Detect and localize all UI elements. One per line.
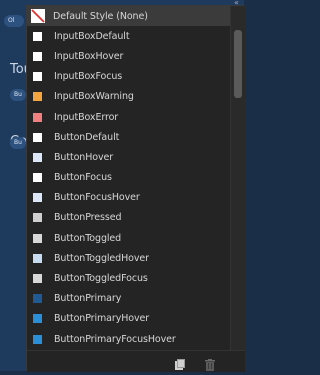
style-list-item[interactable]: Default Style (None) xyxy=(27,6,230,27)
color-swatch xyxy=(33,72,42,82)
style-list-item[interactable]: ButtonToggledFocus xyxy=(27,268,230,288)
style-list-item[interactable]: ButtonPrimary xyxy=(27,289,230,309)
style-list-item-label: ButtonFocus xyxy=(54,172,112,184)
style-list-item[interactable]: ButtonPrimaryFocusHover xyxy=(27,329,230,349)
style-list-item-label: ButtonPrimaryFocusHover xyxy=(54,333,176,345)
scrollbar-thumb[interactable] xyxy=(234,30,242,98)
style-list-item[interactable]: ButtonToggled xyxy=(27,228,230,248)
style-list-item-label: Default Style (None) xyxy=(53,10,148,22)
style-list-item-label: ButtonToggledFocus xyxy=(54,273,148,285)
style-list-item-label: InputBoxFocus xyxy=(54,71,123,83)
color-swatch xyxy=(33,173,42,183)
color-swatch xyxy=(33,233,42,243)
color-swatch xyxy=(33,132,42,142)
style-list-item-label: InputBoxDefault xyxy=(54,30,130,42)
trash-icon[interactable] xyxy=(204,356,216,371)
style-list-item-label: InputBoxError xyxy=(54,111,119,123)
style-list-item[interactable]: InputBoxWarning xyxy=(27,87,230,107)
style-list-item[interactable]: InputBoxHover xyxy=(27,46,230,66)
background-button[interactable]: Bu xyxy=(10,89,26,101)
style-list-item[interactable]: InputBoxError xyxy=(27,107,230,127)
new-style-icon[interactable] xyxy=(174,356,186,370)
style-list-item-label: ButtonFocusHover xyxy=(54,192,140,204)
color-swatch xyxy=(33,274,42,284)
color-swatch xyxy=(33,253,42,263)
style-list-item[interactable]: ButtonDefault xyxy=(27,127,230,147)
style-dropdown: Default Style (None) InputBoxDefault Input… xyxy=(26,5,245,372)
background-button[interactable]: Bu xyxy=(10,137,26,149)
style-list-item[interactable]: InputBoxFocus xyxy=(27,67,230,87)
background-button[interactable]: Ol xyxy=(4,15,24,27)
style-list-item-label: ButtonHover xyxy=(54,151,114,163)
style-list-item[interactable]: ButtonPrimaryHover xyxy=(27,309,230,329)
style-list-item[interactable]: ButtonPressed xyxy=(27,208,230,228)
color-swatch xyxy=(33,51,42,61)
color-swatch xyxy=(33,112,42,122)
style-list-item[interactable]: ButtonFocusHover xyxy=(27,188,230,208)
color-swatch xyxy=(33,334,42,344)
style-list-item[interactable]: InputBoxDefault xyxy=(27,26,230,46)
style-list-item-label: ButtonToggledHover xyxy=(54,252,149,264)
style-list-item[interactable]: ButtonToggledHover xyxy=(27,248,230,268)
color-swatch xyxy=(33,152,42,162)
color-swatch xyxy=(33,294,42,304)
style-list-item-label: InputBoxHover xyxy=(54,50,124,62)
style-list-item-label: ButtonPrimary xyxy=(54,293,122,305)
scrollbar[interactable] xyxy=(230,6,245,350)
style-list-item[interactable]: ButtonFocus xyxy=(27,168,230,188)
color-swatch xyxy=(33,31,42,41)
style-list-item-label: ButtonPressed xyxy=(54,212,122,224)
style-list-item-label: ButtonPrimaryHover xyxy=(54,313,150,325)
style-list-item-label: ButtonDefault xyxy=(54,131,120,143)
style-list-item-label: ButtonToggled xyxy=(54,232,122,244)
color-swatch xyxy=(33,193,42,203)
color-swatch xyxy=(33,92,42,102)
none-style-icon xyxy=(31,9,45,24)
color-swatch xyxy=(33,314,42,324)
style-list-item-label: InputBoxWarning xyxy=(54,91,134,103)
style-list: Default Style (None) InputBoxDefault Input… xyxy=(27,6,230,350)
style-list-item[interactable]: ButtonHover xyxy=(27,147,230,167)
dropdown-footer xyxy=(27,350,245,372)
color-swatch xyxy=(33,213,42,223)
